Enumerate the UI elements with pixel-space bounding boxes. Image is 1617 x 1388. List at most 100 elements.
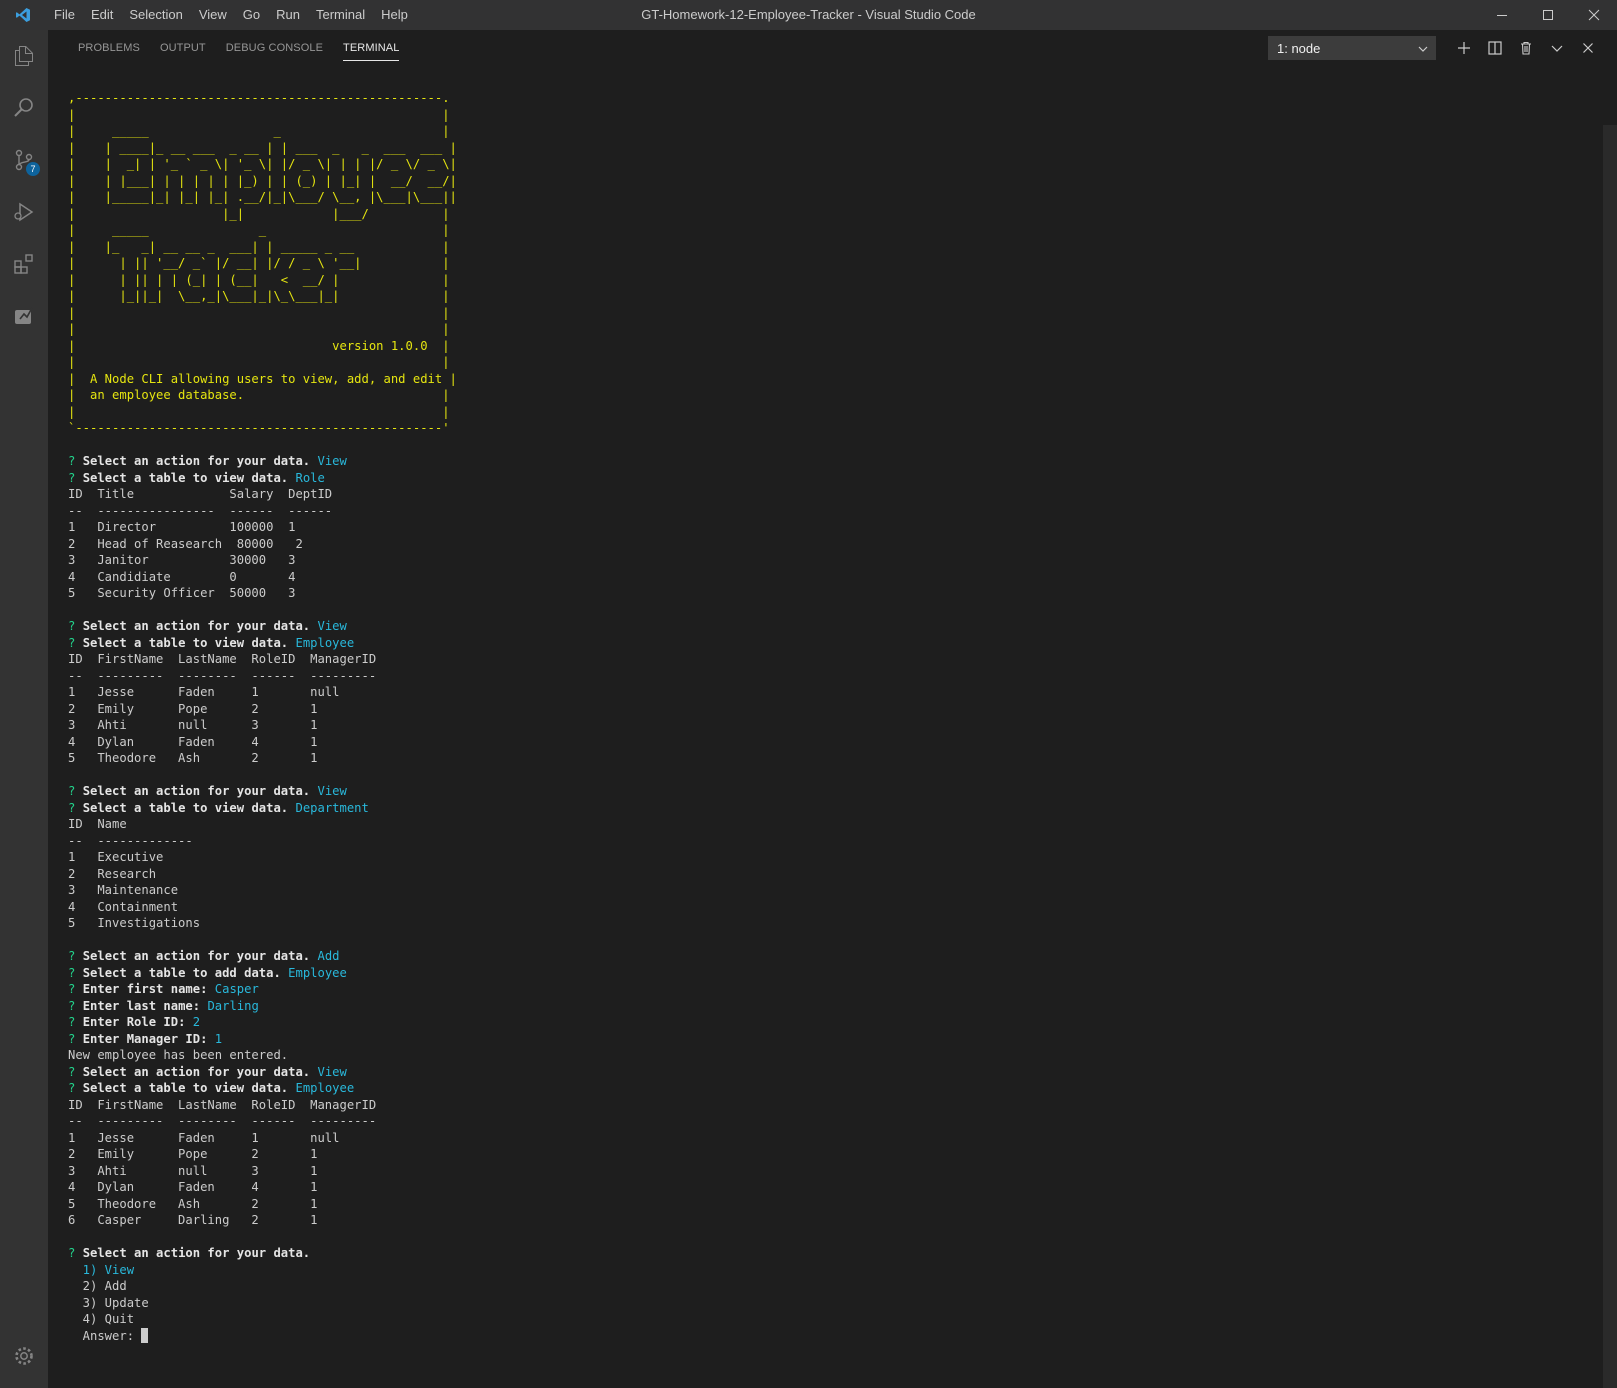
prompt-question: Enter Role ID: [82, 1015, 186, 1029]
title-bar: File Edit Selection View Go Run Terminal… [0, 0, 1617, 30]
terminal-line: ? Select an action for your data. View [68, 453, 1568, 470]
prompt-mark-icon: ? [68, 454, 83, 468]
terminal-line: 4 Dylan Faden 4 1 [68, 734, 318, 749]
prompt-mark-icon: ? [68, 998, 83, 1013]
prompt-question: Select an action for your data. [82, 1064, 311, 1079]
menu-run[interactable]: Run [268, 0, 308, 30]
terminal-line: 4 Candidiate 0 4 [68, 569, 296, 584]
answer-prompt: Answer: [68, 1328, 142, 1343]
terminal-line: 3 Ahti null 3 1 [68, 718, 318, 732]
menu-choice: 2) Add [68, 1279, 127, 1293]
prompt-mark-icon: ? [68, 1064, 83, 1079]
prompt-answer: View [317, 619, 347, 633]
new-terminal-icon[interactable] [1448, 34, 1479, 62]
prompt-answer: 2 [192, 1015, 201, 1029]
banner-line: | | [68, 404, 450, 419]
prompt-answer: View [317, 1064, 347, 1079]
terminal-line: -- --------- -------- ------ --------- [68, 1114, 377, 1128]
banner-line: | A Node CLI allowing users to view, add… [68, 371, 457, 386]
banner-line: | _____ _ | [68, 124, 450, 138]
prompt-mark-icon: ? [68, 800, 83, 815]
scm-badge: 7 [26, 162, 40, 176]
maximize-icon[interactable] [1525, 0, 1571, 30]
prompt-question: Select an action for your data. [82, 1246, 311, 1260]
terminal-line: 5 Theodore Ash 2 1 [68, 751, 318, 765]
prompt-question: Select a table to view data. [82, 470, 289, 485]
terminal-line: ? Enter Role ID: 2 [68, 1014, 1568, 1031]
prompt-answer: Employee [295, 635, 355, 650]
terminal-line: 3 Ahti null 3 1 [68, 1163, 318, 1178]
prompt-mark-icon: ? [68, 965, 83, 980]
banner-line: | | |___| | | | | | |_) | | (_) | |_| | … [68, 173, 457, 188]
terminal-line: ? Select an action for your data. View [68, 783, 1568, 800]
terminal-line: 4 Containment [68, 899, 179, 914]
extensions-icon[interactable] [0, 238, 48, 290]
tab-problems[interactable]: PROBLEMS [68, 30, 150, 66]
prompt-mark-icon: ? [68, 635, 83, 650]
run-debug-icon[interactable] [0, 186, 48, 238]
prompt-answer: View [317, 454, 347, 468]
terminal-line: ID FirstName LastName RoleID ManagerID [68, 652, 377, 666]
terminal-cursor [141, 1327, 149, 1343]
prompt-mark-icon: ? [68, 470, 83, 485]
terminal-line: 2) Add [68, 1278, 1568, 1295]
tab-debug-console[interactable]: DEBUG CONSOLE [216, 30, 333, 66]
banner-line: `---------------------------------------… [68, 421, 450, 435]
banner-line: | | ____|_ __ ___ _ __ | | ___ _ _ ___ _… [68, 140, 457, 155]
terminal-line: ? Select a table to add data. Employee [68, 965, 1568, 982]
maximize-panel-chevron-icon[interactable] [1541, 34, 1572, 62]
menu-file[interactable]: File [46, 0, 83, 30]
terminal-line: Answer: [68, 1327, 1568, 1345]
prompt-mark-icon: ? [68, 1246, 83, 1260]
menu-view[interactable]: View [191, 0, 235, 30]
menu-edit[interactable]: Edit [83, 0, 121, 30]
terminal-line: 6 Casper Darling 2 1 [68, 1213, 318, 1227]
banner-line: | | || | | (_| | (__| < __/ | | [68, 272, 450, 287]
terminal-line: 3 Maintenance [68, 883, 179, 897]
tab-output[interactable]: OUTPUT [150, 30, 216, 66]
trash-icon[interactable] [1510, 34, 1541, 62]
menu-terminal[interactable]: Terminal [308, 0, 373, 30]
settings-gear-icon[interactable] [0, 1330, 48, 1382]
remote-explorer-icon[interactable] [0, 290, 48, 342]
terminal-output[interactable]: ,---------------------------------------… [68, 90, 1568, 1380]
terminal-line: ? Select an action for your data. Add [68, 948, 1568, 965]
prompt-answer: Add [317, 949, 340, 963]
prompt-question: Select an action for your data. [82, 784, 311, 798]
terminal-scrollbar[interactable] [1603, 125, 1617, 1388]
close-panel-icon[interactable] [1572, 34, 1603, 62]
menu-bar: File Edit Selection View Go Run Terminal… [46, 0, 416, 30]
terminal-select-value: 1: node [1277, 41, 1321, 56]
terminal-line: ID FirstName LastName RoleID ManagerID [68, 1097, 377, 1112]
prompt-mark-icon: ? [68, 982, 83, 996]
source-control-icon[interactable]: 7 [0, 134, 48, 186]
split-terminal-icon[interactable] [1479, 34, 1510, 62]
banner-line: | | _| | '_ ` _ \| '_ \| |/ _ \| | | |/ … [68, 157, 457, 171]
banner-line: | | [68, 107, 450, 122]
prompt-mark-icon: ? [68, 1015, 83, 1029]
menu-selection[interactable]: Selection [121, 0, 190, 30]
prompt-answer: Employee [288, 965, 347, 980]
prompt-mark-icon: ? [68, 949, 83, 963]
prompt-mark-icon: ? [68, 1081, 83, 1095]
terminal-line: 2 Head of Reasearch 80000 2 [68, 536, 303, 551]
menu-help[interactable]: Help [373, 0, 416, 30]
terminal-line: ? Enter Manager ID: 1 [68, 1031, 1568, 1048]
explorer-icon[interactable] [0, 30, 48, 82]
terminal-line: ID Name [68, 817, 127, 831]
terminal-line: ? Select an action for your data. View [68, 618, 1568, 635]
banner-line: | |_||_| \__,_|\___|_|\_\___|_| | [68, 289, 450, 303]
terminal-line: -- ---------------- ------ ------ [68, 503, 333, 518]
minimize-icon[interactable] [1479, 0, 1525, 30]
menu-choice: 3) Update [68, 1295, 149, 1310]
tab-terminal[interactable]: TERMINAL [333, 30, 409, 66]
menu-go[interactable]: Go [235, 0, 268, 30]
search-icon[interactable] [0, 82, 48, 134]
banner-line: | |_____|_| |_| |_| .__/|_|\___/ \__, |\… [68, 190, 457, 204]
prompt-question: Select a table to view data. [82, 800, 289, 815]
terminal-select[interactable]: 1: node [1268, 36, 1436, 60]
close-window-icon[interactable] [1571, 0, 1617, 30]
